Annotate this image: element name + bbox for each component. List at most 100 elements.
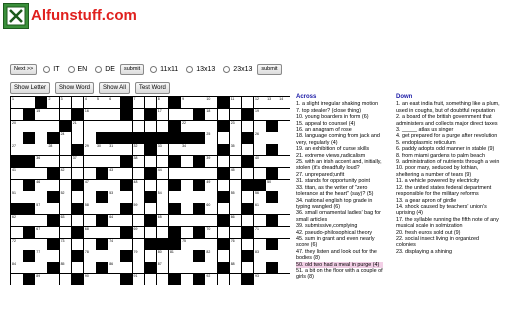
letter-cell[interactable] — [108, 250, 121, 263]
letter-cell[interactable] — [47, 156, 61, 169]
letter-cell[interactable] — [241, 262, 255, 275]
letter-cell[interactable]: 45 — [229, 167, 243, 181]
letter-cell[interactable]: 75 — [181, 238, 194, 251]
letter-cell[interactable] — [241, 120, 255, 133]
letter-cell[interactable] — [205, 167, 219, 181]
letter-cell[interactable] — [254, 120, 267, 133]
letter-cell[interactable] — [35, 191, 48, 204]
letter-cell[interactable] — [59, 144, 73, 157]
letter-cell[interactable]: 8 — [156, 97, 170, 110]
letter-cell[interactable] — [278, 215, 290, 228]
letter-cell[interactable] — [108, 108, 121, 122]
letter-cell[interactable] — [278, 238, 290, 251]
letter-cell[interactable] — [59, 250, 73, 263]
letter-cell[interactable] — [156, 179, 170, 192]
letter-cell[interactable] — [254, 144, 267, 157]
letter-cell[interactable] — [96, 156, 109, 169]
letter-cell[interactable] — [47, 274, 61, 285]
letter-cell[interactable]: 87 — [156, 262, 170, 275]
letter-cell[interactable] — [11, 274, 24, 285]
letter-cell[interactable]: 35 — [229, 144, 243, 157]
letter-cell[interactable] — [23, 238, 36, 251]
letter-cell[interactable] — [144, 226, 158, 240]
across-clue[interactable]: 47. they listen and look out for the bod… — [296, 249, 383, 262]
letter-cell[interactable]: 5 — [96, 97, 109, 110]
show-all-button[interactable]: Show All — [98, 82, 130, 94]
letter-cell[interactable] — [193, 191, 206, 204]
letter-cell[interactable] — [120, 215, 133, 228]
down-clue[interactable]: 10. poor mary, seduced by lothian, shelt… — [396, 165, 500, 178]
letter-cell[interactable] — [181, 179, 194, 192]
letter-cell[interactable]: 28 — [47, 144, 61, 157]
letter-cell[interactable]: 32 — [132, 144, 146, 157]
letter-cell[interactable]: 85 — [59, 262, 73, 275]
letter-cell[interactable] — [278, 191, 290, 204]
letter-cell[interactable] — [241, 97, 255, 110]
letter-cell[interactable] — [217, 203, 231, 216]
letter-cell[interactable] — [120, 120, 133, 133]
letter-cell[interactable] — [278, 262, 290, 275]
letter-cell[interactable] — [96, 274, 109, 285]
letter-cell[interactable] — [35, 132, 48, 145]
radio-size-11x11[interactable] — [150, 66, 158, 73]
letter-cell[interactable]: 88 — [229, 262, 243, 275]
letter-cell[interactable]: 61 — [254, 203, 267, 216]
letter-cell[interactable] — [181, 191, 194, 204]
letter-cell[interactable] — [168, 191, 182, 204]
across-clue[interactable]: 1. a slight irregular shaking motion — [296, 101, 383, 107]
letter-cell[interactable] — [217, 250, 231, 263]
letter-cell[interactable] — [47, 108, 61, 122]
down-clue[interactable]: 1. an east india fruit, something like a… — [396, 101, 500, 114]
letter-cell[interactable] — [108, 203, 121, 216]
letter-cell[interactable] — [205, 215, 219, 228]
letter-cell[interactable]: 38 — [132, 156, 146, 169]
letter-cell[interactable]: 14 — [278, 97, 290, 110]
letter-cell[interactable]: 86 — [108, 262, 121, 275]
letter-cell[interactable] — [266, 108, 279, 122]
letter-cell[interactable]: 11 — [229, 97, 243, 110]
letter-cell[interactable] — [96, 179, 109, 192]
letter-cell[interactable]: 9 — [181, 97, 194, 110]
letter-cell[interactable] — [168, 167, 182, 181]
across-clue[interactable]: 18. language coming from jack and very, … — [296, 133, 383, 146]
letter-cell[interactable] — [11, 108, 24, 122]
letter-cell[interactable]: 43 — [108, 167, 121, 181]
letter-cell[interactable] — [266, 274, 279, 285]
letter-cell[interactable] — [47, 203, 61, 216]
letter-cell[interactable] — [96, 250, 109, 263]
letter-cell[interactable]: 18 — [205, 108, 219, 122]
letter-cell[interactable]: 81 — [168, 250, 182, 263]
letter-cell[interactable]: 71 — [254, 226, 267, 240]
letter-cell[interactable] — [156, 203, 170, 216]
letter-cell[interactable] — [241, 144, 255, 157]
letter-cell[interactable] — [120, 238, 133, 251]
letter-cell[interactable] — [144, 97, 158, 110]
show-letter-button[interactable]: Show Letter — [10, 82, 51, 94]
down-clue[interactable]: 17. the syllable running the fifth note … — [396, 217, 500, 230]
letter-cell[interactable]: 82 — [205, 250, 219, 263]
letter-cell[interactable] — [205, 191, 219, 204]
letter-cell[interactable] — [241, 191, 255, 204]
letter-cell[interactable]: 34 — [181, 144, 194, 157]
letter-cell[interactable]: 29 — [83, 144, 97, 157]
letter-cell[interactable] — [83, 191, 97, 204]
letter-cell[interactable] — [254, 238, 267, 251]
letter-cell[interactable] — [144, 156, 158, 169]
letter-cell[interactable]: 73 — [59, 238, 73, 251]
letter-cell[interactable] — [83, 262, 97, 275]
letter-cell[interactable] — [83, 215, 97, 228]
letter-cell[interactable] — [229, 274, 243, 285]
letter-cell[interactable]: 31 — [108, 144, 121, 157]
letter-cell[interactable] — [35, 215, 48, 228]
letter-cell[interactable] — [108, 179, 121, 192]
letter-cell[interactable] — [11, 132, 24, 145]
letter-cell[interactable] — [23, 191, 36, 204]
letter-cell[interactable] — [144, 203, 158, 216]
letter-cell[interactable] — [132, 262, 146, 275]
letter-cell[interactable]: 90 — [83, 274, 97, 285]
letter-cell[interactable]: 49 — [205, 179, 219, 192]
letter-cell[interactable] — [11, 226, 24, 240]
letter-cell[interactable]: 62 — [11, 215, 24, 228]
letter-cell[interactable] — [156, 226, 170, 240]
letter-cell[interactable]: 51 — [11, 191, 24, 204]
